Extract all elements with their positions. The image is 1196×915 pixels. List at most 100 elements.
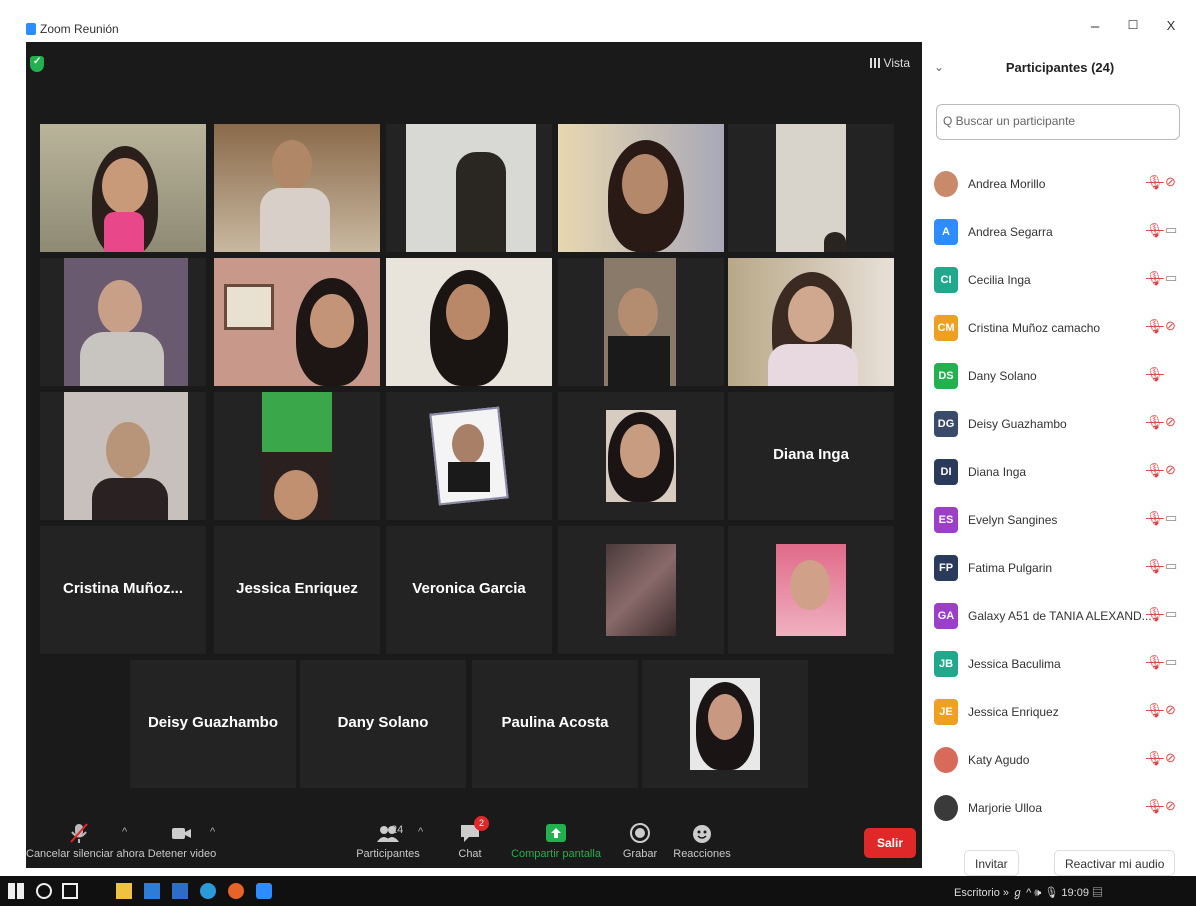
video-tile[interactable]: Diana Inga	[728, 392, 894, 520]
participant-row[interactable]: DI Diana Inga 🎙 ⊘	[934, 450, 1186, 498]
participant-row[interactable]: CI Cecilia Inga 🎙 ▭	[934, 258, 1186, 306]
video-off-icon: ⊘	[1165, 318, 1176, 333]
store-icon[interactable]	[144, 883, 160, 899]
participants-panel: ⌄ Participantes (24) Q Buscar un partici…	[924, 42, 1196, 876]
avatar	[934, 171, 958, 197]
participant-name: Deisy Guazhambo	[968, 417, 1067, 431]
video-tile[interactable]	[558, 526, 724, 654]
avatar: FP	[934, 555, 958, 581]
participant-row[interactable]: GA Galaxy A51 de TANIA ALEXAND... 🎙 ▭	[934, 594, 1186, 642]
participant-row[interactable]: DG Deisy Guazhambo 🎙 ⊘	[934, 402, 1186, 450]
participant-row[interactable]: JE Jessica Enriquez 🎙 ⊘	[934, 690, 1186, 738]
leave-meeting-button[interactable]: Salir	[864, 828, 916, 858]
avatar: JE	[934, 699, 958, 725]
notifications-icon[interactable]: ▤	[1092, 887, 1103, 899]
microphone-muted-icon: 🎙	[1146, 414, 1164, 430]
video-tile[interactable]	[214, 124, 380, 252]
participant-row[interactable]: ES Evelyn Sangines 🎙 ▭	[934, 498, 1186, 546]
video-tile[interactable]	[386, 124, 552, 252]
network-icon[interactable]: ℊ ^	[1012, 887, 1034, 899]
participant-row[interactable]: FP Fatima Pulgarin 🎙 ▭	[934, 546, 1186, 594]
video-tile[interactable]: Deisy Guazhambo	[130, 660, 296, 788]
volume-icon[interactable]: 🕪	[1034, 887, 1044, 899]
participant-name: Jessica Baculima	[968, 657, 1061, 671]
video-tile[interactable]	[40, 392, 206, 520]
maximize-button[interactable]: ☐	[1118, 18, 1148, 32]
microphone-muted-icon: 🎙	[1146, 174, 1164, 190]
video-tile[interactable]	[558, 124, 724, 252]
search-input[interactable]: Q Buscar un participante	[936, 104, 1180, 140]
search-placeholder: Buscar un participante	[955, 114, 1076, 128]
desktop-label[interactable]: Escritorio	[954, 887, 1000, 899]
video-tile[interactable]: Jessica Enriquez	[214, 526, 380, 654]
meeting-area: Vista	[26, 42, 922, 854]
video-tile[interactable]	[728, 258, 894, 386]
video-tile[interactable]: Dany Solano	[300, 660, 466, 788]
share-screen-button[interactable]: Compartir pantalla	[506, 822, 606, 860]
firefox-icon[interactable]	[228, 883, 244, 899]
participant-name: Diana Inga	[773, 446, 849, 463]
participant-name: Deisy Guazhambo	[147, 714, 279, 731]
edge-browser-icon[interactable]	[200, 883, 216, 899]
participant-name: Dany Solano	[337, 714, 429, 731]
participant-row[interactable]: DS Dany Solano 🎙	[934, 354, 1186, 402]
video-tile[interactable]	[558, 258, 724, 386]
audio-options-chevron-icon[interactable]: ^	[122, 826, 127, 838]
microphone-muted-icon: 🎙	[1146, 606, 1164, 622]
avatar: DI	[934, 459, 958, 485]
record-button[interactable]: Grabar	[620, 822, 660, 860]
clock: 19:09	[1061, 887, 1089, 899]
microphone-muted-icon: 🎙	[1146, 702, 1164, 718]
video-tile[interactable]	[214, 258, 380, 386]
video-tile[interactable]	[558, 392, 724, 520]
video-tile[interactable]	[728, 526, 894, 654]
video-camera-icon	[171, 822, 193, 844]
participant-name: Diana Inga	[968, 465, 1027, 479]
task-view-icon[interactable]	[62, 883, 78, 899]
minimize-button[interactable]: –	[1080, 18, 1110, 35]
chat-bubble-icon: 2	[459, 816, 489, 844]
encryption-shield-icon[interactable]	[30, 56, 44, 72]
video-tile[interactable]: Cristina Muñoz...	[40, 526, 206, 654]
participant-row[interactable]: Andrea Morillo 🎙 ⊘	[934, 162, 1186, 210]
video-tile[interactable]	[214, 392, 380, 520]
video-tile[interactable]	[386, 392, 552, 520]
mute-button[interactable]: Cancelar silenciar ahora	[26, 822, 145, 860]
windows-start-icon[interactable]	[8, 883, 24, 899]
participant-row[interactable]: A Andrea Segarra 🎙 ▭	[934, 210, 1186, 258]
participant-name: Veronica Garcia	[412, 580, 526, 597]
video-tile[interactable]	[642, 660, 808, 788]
panel-title: Participantes (24)	[1005, 60, 1115, 75]
video-options-chevron-icon[interactable]: ^	[210, 826, 215, 838]
avatar: A	[934, 219, 958, 245]
participant-name: Andrea Segarra	[968, 225, 1053, 239]
participant-row[interactable]: Katy Agudo 🎙 ⊘	[934, 738, 1186, 786]
video-tile[interactable]: Paulina Acosta	[472, 660, 638, 788]
stop-video-button[interactable]: Detener video	[144, 822, 220, 860]
avatar: ES	[934, 507, 958, 533]
zoom-taskbar-icon[interactable]	[256, 883, 272, 899]
unmute-all-button[interactable]: Reactivar mi audio	[1054, 850, 1176, 876]
view-button[interactable]: Vista	[869, 56, 910, 70]
video-tile[interactable]	[728, 124, 894, 252]
participant-row[interactable]: JB Jessica Baculima 🎙 ▭	[934, 642, 1186, 690]
video-tile[interactable]: Veronica Garcia	[386, 526, 552, 654]
close-button[interactable]: X	[1156, 18, 1186, 33]
mail-icon[interactable]	[172, 883, 188, 899]
file-explorer-icon[interactable]	[116, 883, 132, 899]
chevron-right-icon[interactable]: »	[1003, 887, 1012, 899]
participants-button[interactable]: 24 Participantes	[348, 822, 428, 860]
search-icon[interactable]	[36, 883, 52, 899]
chat-button[interactable]: 2 Chat	[450, 816, 490, 860]
video-tile[interactable]	[386, 258, 552, 386]
participants-options-chevron-icon[interactable]: ^	[418, 826, 423, 838]
microphone-tray-icon[interactable]: 🎙	[1044, 887, 1061, 899]
video-off-icon: ⊘	[1165, 414, 1176, 429]
participant-row[interactable]: CM Cristina Muñoz camacho 🎙 ⊘	[934, 306, 1186, 354]
participant-row[interactable]: Marjorie Ulloa 🎙 ⊘	[934, 786, 1186, 834]
video-tile[interactable]	[40, 258, 206, 386]
invite-button[interactable]: Invitar	[964, 850, 1019, 876]
video-off-icon: ⊘	[1165, 798, 1176, 813]
reactions-button[interactable]: Reacciones	[672, 822, 732, 860]
video-tile[interactable]	[40, 124, 206, 252]
